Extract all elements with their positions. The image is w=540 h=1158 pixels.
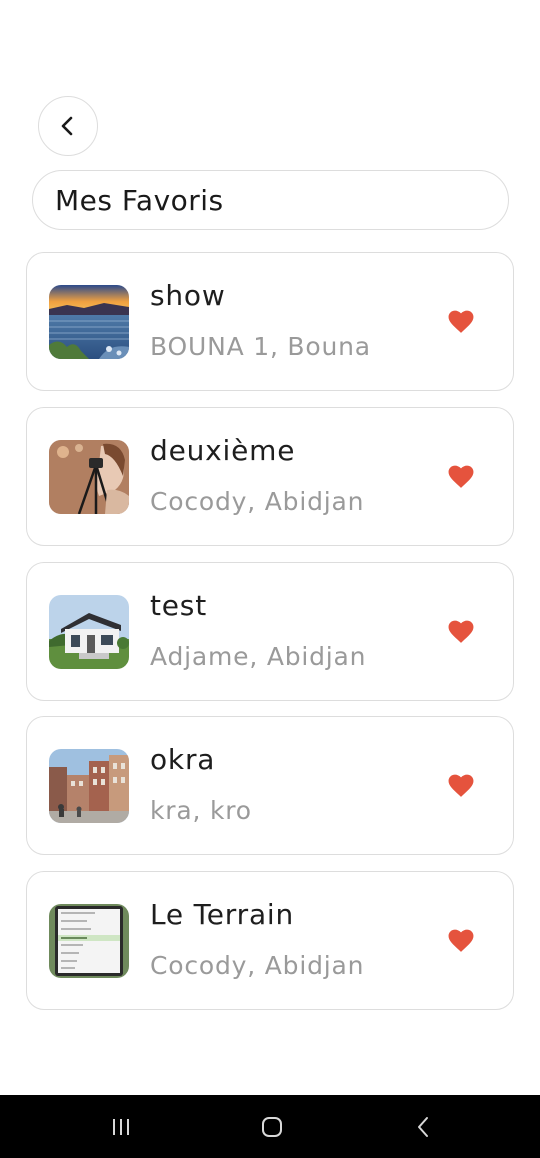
favorite-card[interactable]: deuxième Cocody, Abidjan [26, 407, 514, 546]
page-title-box: Mes Favoris [32, 170, 509, 230]
phone-screenshot-photo [49, 904, 129, 978]
favorite-title: show [150, 279, 226, 312]
camera-tripod-photo [49, 440, 129, 514]
favorite-location: BOUNA 1, Bouna [150, 332, 371, 361]
favorite-title: Le Terrain [150, 898, 295, 931]
recents-icon [113, 1119, 129, 1135]
favorite-title: deuxième [150, 434, 296, 467]
heart-icon[interactable] [448, 620, 474, 644]
favorite-card[interactable]: Le Terrain Cocody, Abidjan [26, 871, 514, 1010]
recents-button[interactable] [106, 1113, 136, 1141]
thumbnail-image [49, 285, 129, 359]
favorite-card[interactable]: okra kra, kro [26, 716, 514, 855]
favorite-location: kra, kro [150, 796, 252, 825]
home-icon [262, 1117, 282, 1137]
back-icon [418, 1117, 428, 1137]
thumbnail-image [49, 749, 129, 823]
system-nav-bar [0, 1095, 540, 1158]
heart-icon[interactable] [448, 774, 474, 798]
favorite-title: okra [150, 743, 216, 776]
heart-icon[interactable] [448, 310, 474, 334]
favorite-card[interactable]: test Adjame, Abidjan [26, 562, 514, 701]
chevron-left-icon [61, 116, 73, 136]
heart-icon[interactable] [448, 929, 474, 953]
thumbnail-image [49, 595, 129, 669]
lake-sunset-photo [49, 285, 129, 359]
street-buildings-photo [49, 749, 129, 823]
favorite-location: Cocody, Abidjan [150, 951, 365, 980]
heart-icon[interactable] [448, 465, 474, 489]
favorites-screen: Mes Favoris show BOUNA 1, Bouna deuxième… [0, 0, 540, 1158]
back-button[interactable] [38, 96, 98, 156]
favorite-location: Adjame, Abidjan [150, 642, 367, 671]
house-photo [49, 595, 129, 669]
system-back-button[interactable] [408, 1113, 438, 1141]
thumbnail-image [49, 904, 129, 978]
page-title: Mes Favoris [55, 183, 224, 217]
favorite-title: test [150, 589, 207, 622]
favorite-location: Cocody, Abidjan [150, 487, 365, 516]
favorite-card[interactable]: show BOUNA 1, Bouna [26, 252, 514, 391]
thumbnail-image [49, 440, 129, 514]
home-button[interactable] [257, 1113, 287, 1141]
